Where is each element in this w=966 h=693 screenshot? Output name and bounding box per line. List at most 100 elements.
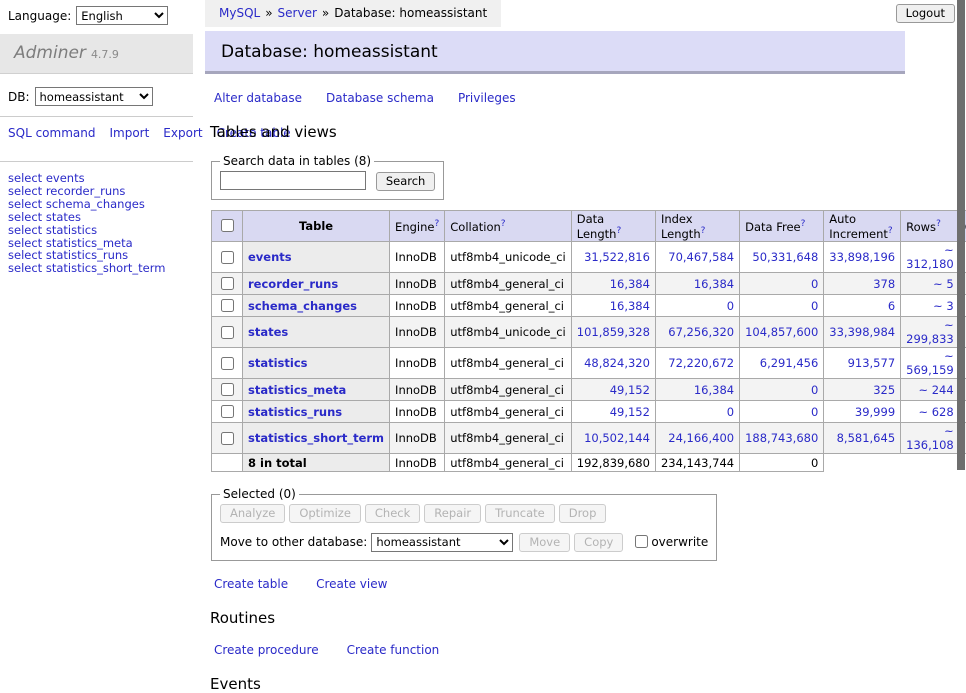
table-name-link[interactable]: statistics_short_term <box>248 431 384 445</box>
index-length-help-icon[interactable]: ? <box>701 226 706 236</box>
index-length-link[interactable]: 72,220,672 <box>668 356 734 370</box>
row-checkbox[interactable] <box>221 405 234 418</box>
language-select[interactable]: English <box>76 6 168 25</box>
rows-count-link[interactable]: ~ 628 <box>918 405 953 419</box>
rows-count-link[interactable]: ~ 3 <box>933 299 954 313</box>
data-length-link[interactable]: 49,152 <box>610 405 650 419</box>
data-free-link[interactable]: 50,331,648 <box>752 250 818 264</box>
auto-increment-link[interactable]: 39,999 <box>855 405 895 419</box>
row-checkbox[interactable] <box>221 299 234 312</box>
data-free-help-icon[interactable]: ? <box>801 219 806 229</box>
create-view-link[interactable]: Create view <box>316 577 387 591</box>
data-length-link[interactable]: 101,859,328 <box>577 325 650 339</box>
table-name-link[interactable]: states <box>248 325 288 339</box>
table-name-link[interactable]: statistics_runs <box>248 405 342 419</box>
data-free-link[interactable]: 0 <box>811 405 818 419</box>
create-procedure-link[interactable]: Create procedure <box>214 643 319 657</box>
row-checkbox[interactable] <box>221 251 234 264</box>
data-length-link[interactable]: 16,384 <box>610 277 650 291</box>
data-free-link[interactable]: 188,743,680 <box>745 431 818 445</box>
sidebar-select-statistics[interactable]: select statistics <box>8 224 185 237</box>
auto-increment-link[interactable]: 8,581,645 <box>837 431 896 445</box>
row-checkbox[interactable] <box>221 277 234 290</box>
analyze-button[interactable]: Analyze <box>220 504 285 523</box>
drop-button[interactable]: Drop <box>559 504 607 523</box>
data-length-link[interactable]: 16,384 <box>610 299 650 313</box>
auto-increment-link[interactable]: 378 <box>873 277 895 291</box>
breadcrumb-server-link[interactable]: Server <box>278 6 317 20</box>
auto-increment-link[interactable]: 325 <box>873 383 895 397</box>
select-all-checkbox[interactable] <box>221 219 234 232</box>
sidebar-select-states[interactable]: select states <box>8 211 185 224</box>
sidebar-select-statistics-short-term[interactable]: select statistics_short_term <box>8 262 185 275</box>
table-name-link[interactable]: statistics <box>248 356 308 370</box>
check-button[interactable]: Check <box>365 504 420 523</box>
data-free-link[interactable]: 104,857,600 <box>745 325 818 339</box>
sidebar-select-schema-changes[interactable]: select schema_changes <box>8 198 185 211</box>
db-label: DB: <box>8 90 30 104</box>
rows-count-link[interactable]: ~ 5 <box>933 277 954 291</box>
collation-help-icon[interactable]: ? <box>501 219 506 229</box>
repair-button[interactable]: Repair <box>424 504 481 523</box>
db-select[interactable]: homeassistant <box>35 87 153 106</box>
index-length-link[interactable]: 67,256,320 <box>668 325 734 339</box>
alter-database-link[interactable]: Alter database <box>214 91 302 105</box>
table-name-link[interactable]: statistics_meta <box>248 383 346 397</box>
sidebar-sql-command-link[interactable]: SQL command <box>8 126 95 140</box>
truncate-button[interactable]: Truncate <box>485 504 555 523</box>
data-length-link[interactable]: 10,502,144 <box>584 431 650 445</box>
data-free-link[interactable]: 0 <box>811 383 818 397</box>
index-length-link[interactable]: 24,166,400 <box>668 431 734 445</box>
auto-increment-link[interactable]: 33,398,984 <box>829 325 895 339</box>
database-schema-link[interactable]: Database schema <box>326 91 434 105</box>
rows-count-link[interactable]: ~ 569,159 <box>906 349 954 377</box>
data-length-link[interactable]: 48,824,320 <box>584 356 650 370</box>
breadcrumb-mysql-link[interactable]: MySQL <box>219 6 260 20</box>
move-database-select[interactable]: homeassistant <box>371 533 513 552</box>
row-checkbox[interactable] <box>221 357 234 370</box>
adminer-logo-text[interactable]: Adminer <box>14 43 86 63</box>
create-table-link[interactable]: Create table <box>214 577 288 591</box>
rows-count-link[interactable]: ~ 136,108 <box>906 424 954 452</box>
privileges-link[interactable]: Privileges <box>458 91 516 105</box>
table-name-cell: statistics <box>243 348 390 379</box>
data-free-link[interactable]: 0 <box>811 277 818 291</box>
row-checkbox[interactable] <box>221 326 234 339</box>
auto-increment-link[interactable]: 6 <box>888 299 895 313</box>
row-checkbox[interactable] <box>221 383 234 396</box>
index-length-link[interactable]: 0 <box>727 299 734 313</box>
rows-count-link[interactable]: ~ 312,180 <box>906 243 954 271</box>
index-length-link[interactable]: 16,384 <box>694 383 734 397</box>
create-function-link[interactable]: Create function <box>347 643 440 657</box>
data-length-link[interactable]: 31,522,816 <box>584 250 650 264</box>
selected-legend: Selected (0) <box>220 487 299 501</box>
data-length-link[interactable]: 49,152 <box>610 383 650 397</box>
overwrite-checkbox[interactable] <box>635 535 648 548</box>
table-name-link[interactable]: recorder_runs <box>248 277 338 291</box>
auto-increment-link[interactable]: 913,577 <box>848 356 896 370</box>
auto-increment-help-icon[interactable]: ? <box>888 226 893 236</box>
vertical-scrollbar[interactable] <box>957 0 965 470</box>
table-name-link[interactable]: events <box>248 250 292 264</box>
sidebar-select-recorder-runs[interactable]: select recorder_runs <box>8 185 185 198</box>
index-length-link[interactable]: 0 <box>727 405 734 419</box>
sidebar-import-link[interactable]: Import <box>109 126 149 140</box>
index-length-link[interactable]: 16,384 <box>694 277 734 291</box>
optimize-button[interactable]: Optimize <box>289 504 361 523</box>
data-length-help-icon[interactable]: ? <box>616 226 621 236</box>
rows-help-icon[interactable]: ? <box>936 219 941 229</box>
data-free-link[interactable]: 0 <box>811 299 818 313</box>
sidebar-select-events[interactable]: select events <box>8 172 185 185</box>
auto-increment-link[interactable]: 33,898,196 <box>829 250 895 264</box>
index-length-link[interactable]: 70,467,584 <box>668 250 734 264</box>
row-checkbox[interactable] <box>221 432 234 445</box>
table-name-link[interactable]: schema_changes <box>248 299 357 313</box>
search-button[interactable]: Search <box>376 172 436 191</box>
header-engine: Engine? <box>390 210 445 242</box>
sidebar-export-link[interactable]: Export <box>163 126 202 140</box>
search-input[interactable] <box>220 171 366 190</box>
engine-help-icon[interactable]: ? <box>434 219 439 229</box>
rows-count-link[interactable]: ~ 244 <box>918 383 953 397</box>
rows-count-link[interactable]: ~ 299,833 <box>906 318 954 346</box>
data-free-link[interactable]: 6,291,456 <box>760 356 819 370</box>
